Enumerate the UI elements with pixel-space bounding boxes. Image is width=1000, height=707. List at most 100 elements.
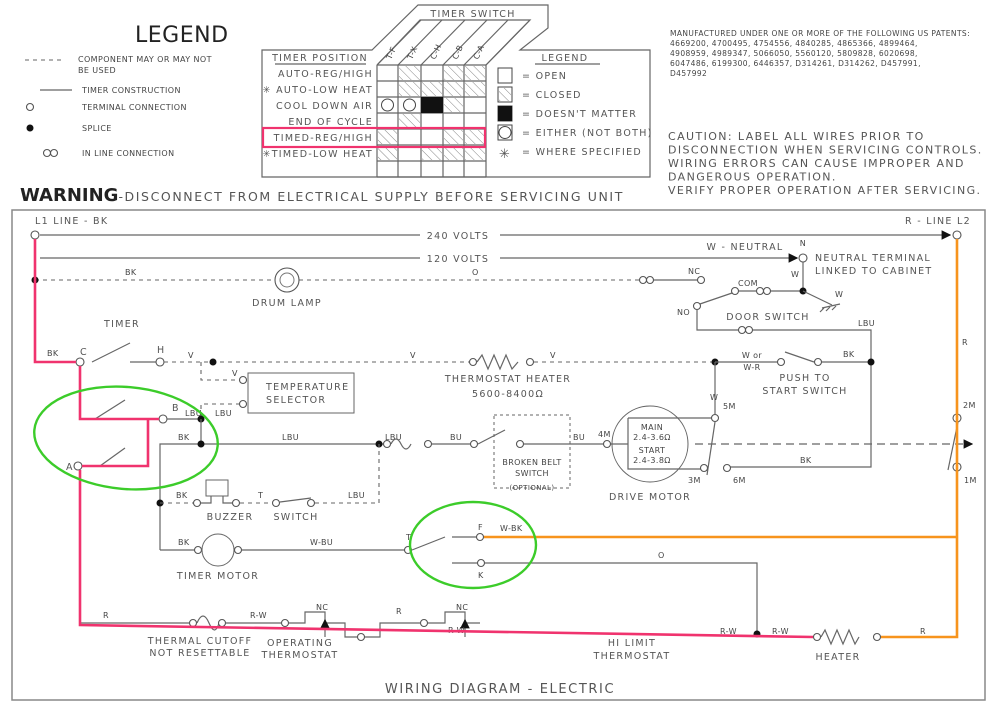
hi-limit-thermostat-label: HI LIMIT <box>608 638 656 649</box>
wire-label: BU <box>573 433 585 442</box>
caution-line: VERIFY PROPER OPERATION AFTER SERVICING. <box>668 184 981 197</box>
thermostat-heater-label: THERMOSTAT HEATER <box>444 374 571 385</box>
wire-label: R-W <box>250 611 267 620</box>
callout-circle-timer-tf-contact <box>408 500 538 590</box>
motor-main-label: MAIN <box>641 423 663 432</box>
buzzer-icon <box>205 479 229 497</box>
caution-line: DISCONNECTION WHEN SERVICING CONTROLS. <box>668 144 983 157</box>
wire-label: BK <box>178 433 190 442</box>
wire-label: R <box>103 611 109 620</box>
timer-switch-title: TIMER SWITCH <box>429 9 515 20</box>
wire-label: V <box>232 369 238 378</box>
timer-position-label: TIMED-REG/HIGH <box>273 133 373 144</box>
heater-element-icon <box>820 628 860 646</box>
terminal-label: 4M <box>598 430 611 439</box>
patent-line: 4669200, 4700495, 4754556, 4840285, 4865… <box>670 39 918 48</box>
chart-legend-title: LEGEND <box>542 53 589 64</box>
patents-block: MANUFACTURED UNDER ONE OR MORE OF THE FO… <box>670 29 970 78</box>
neutral-terminal-label: LINKED TO CABINET <box>815 266 933 277</box>
chart-legend-item-closed: = CLOSED <box>497 86 582 103</box>
terminal-label: A <box>66 462 74 473</box>
timer-position-label: ✳ AUTO-LOW HEAT <box>263 85 373 96</box>
timer-switch-chart: TIMER SWITCH TIMER POSITION T-F T-X C-H C-B… <box>261 4 651 178</box>
thermal-cutoff-label: THERMAL CUTOFF <box>147 636 253 647</box>
drum-lamp-icon <box>274 267 300 293</box>
terminal-label: F <box>478 523 483 532</box>
timer-column-t-x: T-X <box>405 45 419 62</box>
highlighted-current-path-orange <box>484 239 959 639</box>
120-volts-label: 120 VOLTS <box>427 254 489 265</box>
wire-label: R <box>396 607 402 616</box>
warning-banner: WARNING-DISCONNECT FROM ELECTRICAL SUPPL… <box>20 185 624 206</box>
wire-label: W <box>791 270 799 279</box>
operating-thermostat-label: THERMOSTAT <box>261 650 339 661</box>
hi-limit-thermostat-label: THERMOSTAT <box>593 651 671 662</box>
chart-legend-item-doesnt-matter: = DOESN'T MATTER <box>497 105 637 122</box>
legend-left: LEGEND COMPONENT MAY OR MAY NOT BE USED … <box>25 23 229 158</box>
wire-label: W-BK <box>500 524 523 533</box>
timer-position-header: TIMER POSITION <box>271 53 368 64</box>
legend-item-label: TIMER CONSTRUCTION <box>81 86 181 95</box>
timer-column-c-a: C-A <box>472 43 487 60</box>
l2-label: R - LINE L2 <box>905 216 971 227</box>
wire-label: W or <box>742 351 763 360</box>
wire-label: R-W <box>772 627 789 636</box>
wire-label: R <box>962 338 968 347</box>
diagram-title: WIRING DIAGRAM - ELECTRIC <box>385 682 615 697</box>
wire-label: BK <box>125 268 137 277</box>
terminal-label: 6M <box>733 476 746 485</box>
broken-belt-label: SWITCH <box>515 469 549 478</box>
wire-label: BK <box>178 538 190 547</box>
wire-label: BK <box>800 456 812 465</box>
timer-row: TIMED-REG/HIGH <box>273 130 485 144</box>
legend-label: = CLOSED <box>522 90 582 101</box>
wire-label: LBU <box>215 409 232 418</box>
timer-column-c-b: C-B <box>451 44 465 61</box>
timer-row: AUTO-REG/HIGH <box>278 66 485 80</box>
chart-legend-item-open: = OPEN <box>497 67 567 84</box>
wire-label: W-R <box>743 363 760 372</box>
temperature-selector-label: SELECTOR <box>266 395 326 406</box>
terminal-label: 3M <box>688 476 701 485</box>
terminal-label: C <box>80 347 88 358</box>
legend-item-label: TERMINAL CONNECTION <box>81 103 187 112</box>
chart-legend-item-asterisk: ✳ = WHERE SPECIFIED <box>499 147 642 162</box>
wire-label: W-BU <box>310 538 333 547</box>
legend-label: = OPEN <box>522 71 567 82</box>
switch-label: SWITCH <box>273 512 318 523</box>
legend-label: = DOESN'T MATTER <box>522 109 637 120</box>
drum-lamp-label: DRUM LAMP <box>252 298 322 309</box>
timer-column-t-f: T-F <box>384 45 398 61</box>
operating-thermostat-label: OPERATING <box>267 638 333 649</box>
wire-label: BU <box>450 433 462 442</box>
wire-label: BK <box>176 491 188 500</box>
drive-motor-label: DRIVE MOTOR <box>609 492 691 503</box>
terminal-label: 5M <box>723 402 736 411</box>
timer-row: COOL DOWN AIR <box>276 97 463 113</box>
wire-label: O <box>472 268 479 277</box>
timer-motor-icon <box>201 533 235 567</box>
patent-line: 6047486, 6199300, 6446357, D314261, D314… <box>670 59 921 68</box>
legend-title: LEGEND <box>135 23 229 48</box>
terminal-label: NC <box>688 267 700 276</box>
patent-line: MANUFACTURED UNDER ONE OR MORE OF THE FO… <box>670 29 970 38</box>
buzzer-label: BUZZER <box>207 512 254 523</box>
terminal-label: 1M <box>964 476 977 485</box>
temperature-selector-box <box>247 372 355 414</box>
wire-label: R <box>920 627 926 636</box>
thermal-cutoff-label: NOT RESETTABLE <box>149 648 250 659</box>
legend-item-label: BE USED <box>78 66 116 75</box>
broken-belt-optional-label: (OPTIONAL) <box>510 484 555 492</box>
push-to-start-label: PUSH TO <box>779 373 830 384</box>
wire-label: BK <box>843 350 855 359</box>
legend-label: = WHERE SPECIFIED <box>522 147 642 158</box>
timer-position-label: END OF CYCLE <box>288 117 373 128</box>
terminal-label: H <box>157 345 165 356</box>
patent-line: 4908959, 4989347, 5066050, 5560120, 5809… <box>670 49 918 58</box>
thermostat-heater-value: 5600-8400Ω <box>472 389 544 400</box>
terminal-label: NC <box>456 603 468 612</box>
terminal-label: COM <box>738 279 758 288</box>
neutral-terminal-label: NEUTRAL TERMINAL <box>815 253 931 264</box>
highlighted-current-path-pink <box>33 239 814 639</box>
callout-circle-timer-contacts <box>33 385 219 491</box>
